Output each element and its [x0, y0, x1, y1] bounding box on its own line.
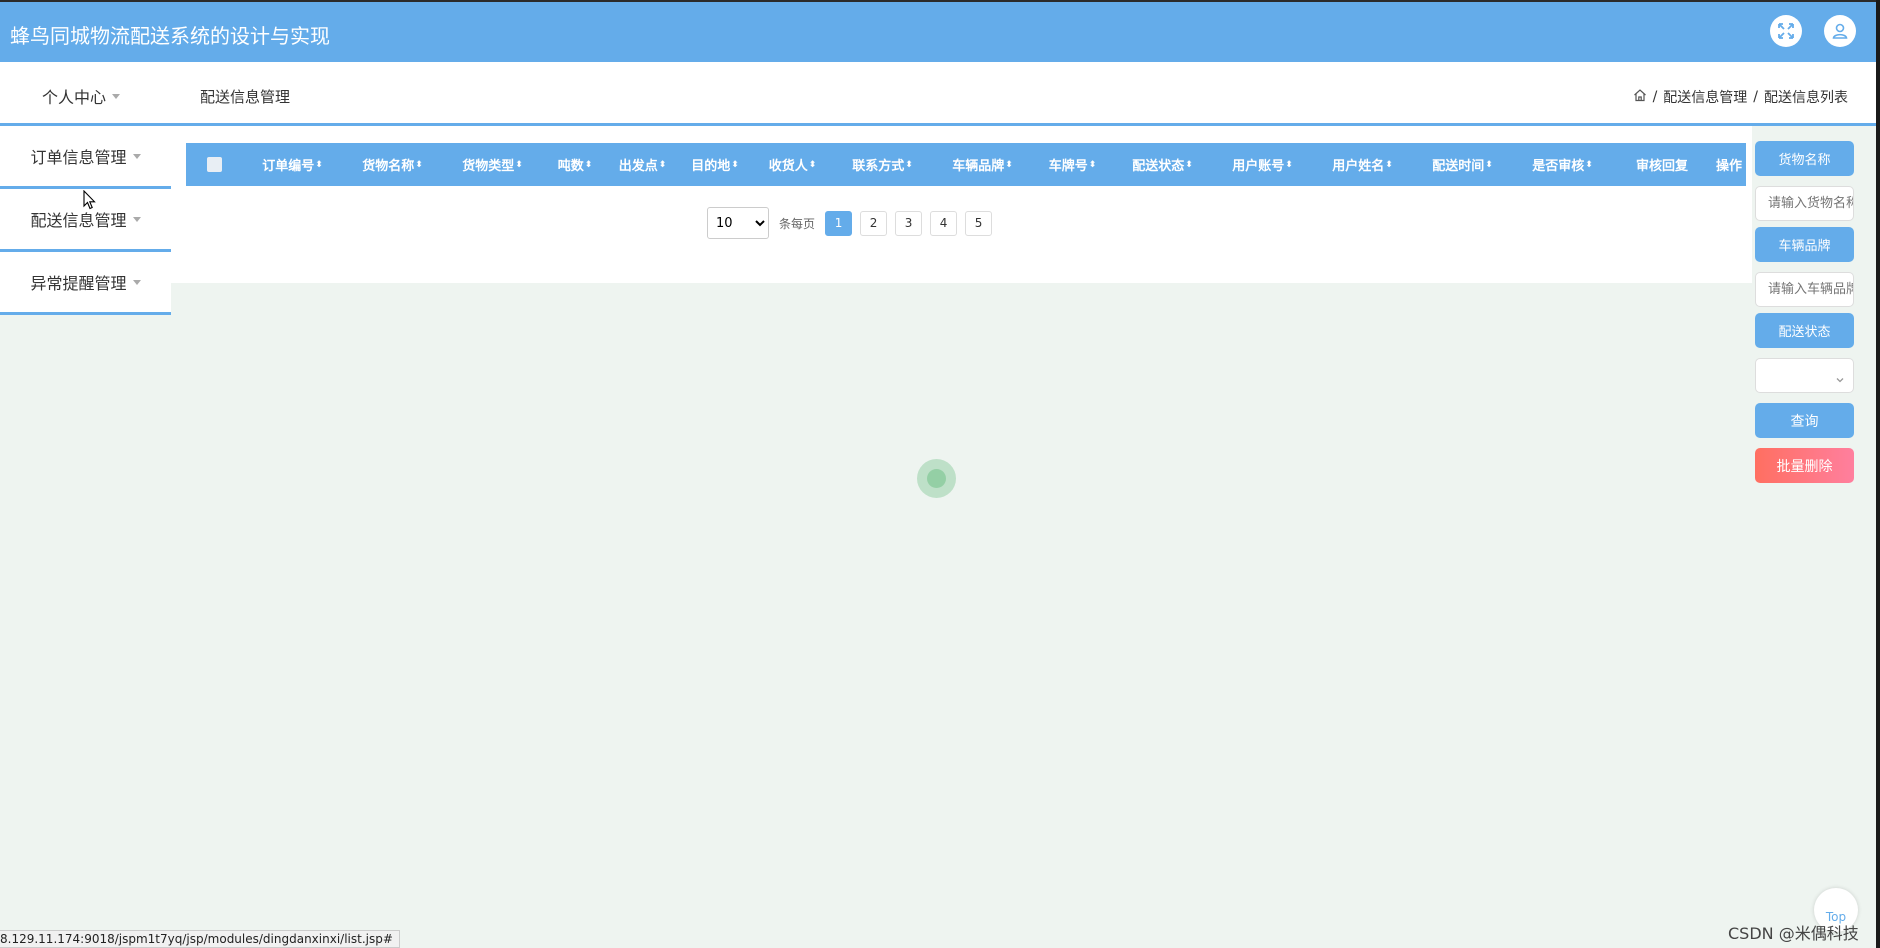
- sort-icon[interactable]: ⬍: [1005, 160, 1012, 170]
- delivery-status-label: 配送状态: [1755, 313, 1854, 348]
- delivery-status-select[interactable]: [1755, 358, 1854, 393]
- column-header-label: 货物名称: [362, 159, 415, 174]
- status-bar-url: 8.129.11.174:9018/jspm1t7yq/jsp/modules/…: [0, 930, 400, 948]
- app-title: 蜂鸟同城物流配送系统的设计与实现: [10, 24, 330, 48]
- page-button[interactable]: 4: [930, 210, 958, 236]
- column-header: 操作: [1712, 155, 1746, 174]
- column-header[interactable]: 配送时间 ⬍: [1412, 155, 1512, 174]
- column-header-label: 吨数: [557, 159, 584, 174]
- column-header[interactable]: 收货人 ⬍: [752, 155, 832, 174]
- page-button[interactable]: 1: [825, 210, 853, 236]
- column-header-label: 是否审核: [1532, 159, 1585, 174]
- page-button[interactable]: 3: [895, 210, 923, 236]
- column-header-label: 货物类型: [462, 159, 515, 174]
- column-header[interactable]: 订单编号 ⬍: [242, 155, 342, 174]
- mouse-cursor-icon: [83, 189, 97, 214]
- sidebar-item-label: 配送信息管理: [30, 211, 127, 230]
- sort-icon[interactable]: ⬍: [315, 160, 322, 170]
- pagination: 10 条每页 1 2 3 4 5: [707, 207, 993, 239]
- column-header[interactable]: 货物类型 ⬍: [442, 155, 542, 174]
- breadcrumb-item[interactable]: 配送信息管理: [1663, 87, 1747, 107]
- column-header-label: 目的地: [691, 159, 731, 174]
- breadcrumb-item: 配送信息列表: [1764, 90, 1848, 106]
- column-header-label: 收货人: [768, 159, 808, 174]
- column-header[interactable]: 目的地 ⬍: [677, 155, 752, 174]
- current-module-title: 配送信息管理: [200, 88, 291, 106]
- chevron-down-icon: [1835, 370, 1845, 389]
- sidebar-item-label: 订单信息管理: [30, 148, 127, 167]
- column-header: 审核回复: [1612, 155, 1712, 174]
- column-header[interactable]: 用户姓名 ⬍: [1312, 155, 1412, 174]
- caret-down-icon: [132, 216, 141, 222]
- column-header-label: 出发点: [618, 159, 658, 174]
- sort-icon[interactable]: ⬍: [1485, 160, 1492, 170]
- column-header-label: 车牌号: [1048, 159, 1088, 174]
- column-header-label: 联系方式: [852, 159, 905, 174]
- page-button[interactable]: 2: [860, 210, 888, 236]
- user-icon[interactable]: [1824, 15, 1856, 47]
- column-header-label: 车辆品牌: [952, 159, 1005, 174]
- column-header[interactable]: 吨数 ⬍: [542, 155, 607, 174]
- sort-icon[interactable]: ⬍: [809, 160, 816, 170]
- column-header-label: 订单编号: [262, 159, 315, 174]
- top-header: 蜂鸟同城物流配送系统的设计与实现: [0, 0, 1880, 62]
- column-header-label: 配送状态: [1132, 159, 1185, 174]
- column-header-label: 配送时间: [1432, 159, 1485, 174]
- sort-icon[interactable]: ⬍: [905, 160, 912, 170]
- batch-delete-button[interactable]: 批量删除: [1755, 448, 1854, 483]
- nav-bar: 个人中心 配送信息管理 / 配送信息管理 / 配送信息列表: [0, 62, 1880, 126]
- column-header-label: 用户姓名: [1332, 159, 1385, 174]
- per-page-label: 条每页: [779, 216, 816, 231]
- sidebar-item-label: 异常提醒管理: [30, 274, 127, 293]
- column-header[interactable]: 配送状态 ⬍: [1112, 155, 1212, 174]
- loading-spinner: [917, 459, 956, 498]
- sort-icon[interactable]: ⬍: [731, 160, 738, 170]
- sort-icon[interactable]: ⬍: [1585, 160, 1592, 170]
- page-button[interactable]: 5: [965, 210, 993, 236]
- goods-name-label: 货物名称: [1755, 141, 1854, 176]
- page-size-select[interactable]: 10: [707, 207, 769, 239]
- sort-icon[interactable]: ⬍: [659, 160, 666, 170]
- select-all-checkbox-cell: [186, 157, 242, 172]
- watermark: CSDN @米偶科技: [1728, 924, 1859, 943]
- sort-icon[interactable]: ⬍: [1385, 160, 1392, 170]
- caret-down-icon: [132, 279, 141, 285]
- fullscreen-icon[interactable]: [1770, 15, 1802, 47]
- sidebar-item-exception-alerts[interactable]: 异常提醒管理: [0, 252, 171, 315]
- main-panel: 订单编号 ⬍ 货物名称 ⬍ 货物类型 ⬍ 吨数 ⬍ 出发点 ⬍ 目的地 ⬍ 收货人 ⬍ 联系方式 ⬍ 车辆品牌 ⬍…: [171, 126, 1752, 283]
- sidebar-item-order-info[interactable]: 订单信息管理: [0, 126, 171, 189]
- column-header[interactable]: 是否审核 ⬍: [1512, 155, 1612, 174]
- column-header[interactable]: 货物名称 ⬍: [342, 155, 442, 174]
- column-header[interactable]: 车牌号 ⬍: [1032, 155, 1112, 174]
- column-header-label: 用户账号: [1232, 159, 1285, 174]
- sort-icon[interactable]: ⬍: [585, 160, 592, 170]
- table-header: 订单编号 ⬍ 货物名称 ⬍ 货物类型 ⬍ 吨数 ⬍ 出发点 ⬍ 目的地 ⬍ 收货人 ⬍ 联系方式 ⬍ 车辆品牌 ⬍…: [186, 143, 1746, 186]
- sort-icon[interactable]: ⬍: [415, 160, 422, 170]
- column-header[interactable]: 联系方式 ⬍: [832, 155, 932, 174]
- select-all-checkbox[interactable]: [206, 157, 222, 172]
- personal-center-menu[interactable]: 个人中心: [42, 84, 121, 108]
- column-header[interactable]: 车辆品牌 ⬍: [932, 155, 1032, 174]
- query-button[interactable]: 查询: [1755, 403, 1854, 438]
- window-edge: [1876, 0, 1880, 948]
- vehicle-brand-input[interactable]: [1755, 272, 1854, 307]
- breadcrumb-separator: /: [1652, 89, 1658, 105]
- column-header[interactable]: 用户账号 ⬍: [1212, 155, 1312, 174]
- breadcrumb: / 配送信息管理 / 配送信息列表: [1633, 87, 1848, 107]
- sort-icon[interactable]: ⬍: [1089, 160, 1096, 170]
- sort-icon[interactable]: ⬍: [515, 160, 522, 170]
- sort-icon[interactable]: ⬍: [1185, 160, 1192, 170]
- column-header-label: 操作: [1715, 159, 1742, 174]
- column-header[interactable]: 出发点 ⬍: [607, 155, 677, 174]
- caret-down-icon: [112, 93, 121, 99]
- breadcrumb-separator: /: [1753, 89, 1758, 105]
- sort-icon[interactable]: ⬍: [1285, 160, 1292, 170]
- column-header-label: 审核回复: [1635, 159, 1688, 174]
- personal-center-label: 个人中心: [42, 88, 107, 107]
- home-icon[interactable]: [1633, 88, 1647, 106]
- goods-name-input[interactable]: [1755, 186, 1854, 221]
- sidebar: 订单信息管理 配送信息管理 异常提醒管理: [0, 126, 171, 315]
- caret-down-icon: [132, 153, 141, 159]
- vehicle-brand-label: 车辆品牌: [1755, 227, 1854, 262]
